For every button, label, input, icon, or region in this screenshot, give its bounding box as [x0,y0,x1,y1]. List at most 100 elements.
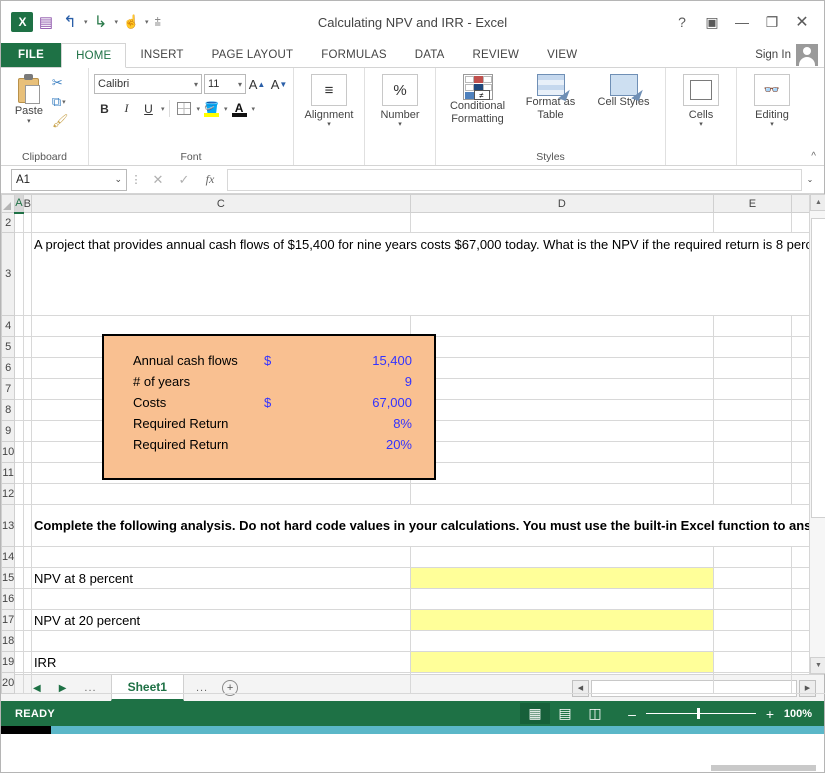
cell-c17-npv20-label[interactable]: NPV at 20 percent [31,610,410,631]
name-box-dropdown-icon[interactable]: ⌄ [114,174,122,185]
tab-formulas[interactable]: FORMULAS [307,43,401,67]
cell-d14[interactable] [410,547,713,568]
cell-b3[interactable] [23,233,31,316]
cell-d10[interactable] [410,442,713,463]
insert-function-icon[interactable]: fx [197,169,223,191]
input-data-box[interactable]: Annual cash flows $ 15,400 # of years 9 … [102,334,436,480]
name-box[interactable]: A1 ⌄ [11,169,127,191]
cell-a8[interactable] [15,400,23,421]
cell-b18[interactable] [23,631,31,652]
fill-color-dropdown-icon[interactable]: ▾ [224,105,228,113]
page-break-view-icon[interactable]: ◫ [580,703,610,724]
cell-c19-irr-label[interactable]: IRR [31,652,410,673]
cell-a11[interactable] [15,463,23,484]
scroll-up-icon[interactable]: ▲ [810,194,825,211]
cells-button[interactable]: Cells ▾ [671,71,731,128]
cell-a14[interactable] [15,547,23,568]
input-row-number-of-years[interactable]: # of years 9 [104,371,434,392]
cell-a18[interactable] [15,631,23,652]
font-name-input[interactable]: Calibri ▾ [94,74,202,94]
number-dropdown-icon[interactable]: ▾ [398,121,402,128]
cell-c16[interactable] [31,589,410,610]
cell-a5[interactable] [15,337,23,358]
cell-d8[interactable] [410,400,713,421]
number-button[interactable]: % Number ▾ [370,71,430,128]
cell-a17[interactable] [15,610,23,631]
input-row-required-return-8[interactable]: Required Return 8% [104,413,434,434]
cell-f20[interactable] [791,673,825,694]
cell-e8[interactable] [714,400,792,421]
cell-e9[interactable] [714,421,792,442]
tab-view[interactable]: VIEW [533,43,591,67]
touch-mode-icon[interactable]: ☝ [120,11,142,33]
touch-mode-dropdown-icon[interactable]: ▾ [145,18,149,26]
cell-e14[interactable] [714,547,792,568]
column-header-e[interactable]: E [714,195,792,213]
underline-button[interactable]: U [138,98,159,119]
vertical-scrollbar[interactable]: ▲ ▼ [809,194,825,674]
row-header-6[interactable]: 6 [2,358,15,379]
collapse-ribbon-icon[interactable]: ^ [811,151,816,162]
font-color-dropdown-icon[interactable]: ▾ [252,105,256,113]
format-painter-icon[interactable]: 🖌 [52,112,83,129]
cell-b7[interactable] [23,379,31,400]
close-icon[interactable]: ✕ [788,9,816,35]
cell-c3-question-text[interactable]: A project that provides annual cash flow… [31,233,825,316]
font-color-icon[interactable]: A [229,98,250,119]
input-row-annual-cash-flows[interactable]: Annual cash flows $ 15,400 [104,350,434,371]
cell-b4[interactable] [23,316,31,337]
row-header-4[interactable]: 4 [2,316,15,337]
zoom-out-icon[interactable]: – [624,706,640,722]
cell-d18[interactable] [410,631,713,652]
restore-icon[interactable]: ❐ [758,9,786,35]
cell-b20[interactable] [23,673,31,694]
cell-a7[interactable] [15,379,23,400]
help-icon[interactable]: ? [668,9,696,35]
scroll-down-icon[interactable]: ▼ [810,657,825,674]
minimize-icon[interactable]: — [728,9,756,35]
tab-data[interactable]: DATA [401,43,459,67]
cell-e16[interactable] [714,589,792,610]
cell-c15-npv8-label[interactable]: NPV at 8 percent [31,568,410,589]
cell-b15[interactable] [23,568,31,589]
cells-dropdown-icon[interactable]: ▾ [699,121,703,128]
cell-c12[interactable] [31,484,410,505]
cell-e6[interactable] [714,358,792,379]
column-header-b[interactable]: B [23,195,31,213]
row-header-2[interactable]: 2 [2,213,15,233]
cell-e15[interactable] [714,568,792,589]
tab-review[interactable]: REVIEW [459,43,534,67]
vertical-scroll-thumb[interactable] [811,218,825,518]
cell-c13-instruction-text[interactable]: Complete the following analysis. Do not … [31,505,825,547]
cell-e4[interactable] [714,316,792,337]
cell-e18[interactable] [714,631,792,652]
enter-icon[interactable]: ✓ [171,169,197,191]
cell-d2[interactable] [410,213,713,233]
cell-b12[interactable] [23,484,31,505]
row-header-19[interactable]: 19 [2,652,15,673]
column-header-d[interactable]: D [410,195,713,213]
cell-b9[interactable] [23,421,31,442]
redo-dropdown-icon[interactable]: ▾ [115,18,119,26]
row-header-12[interactable]: 12 [2,484,15,505]
cell-a10[interactable] [15,442,23,463]
zoom-slider[interactable] [646,713,756,714]
cell-d4[interactable] [410,316,713,337]
borders-icon[interactable] [174,98,195,119]
alignment-button[interactable]: ≡ Alignment ▾ [299,71,359,128]
cell-e20[interactable] [714,673,792,694]
cell-a3[interactable] [15,233,23,316]
cell-a15[interactable] [15,568,23,589]
ribbon-display-options-icon[interactable]: ▣ [698,9,726,35]
zoom-slider-thumb[interactable] [697,708,700,719]
cell-a2[interactable] [15,213,23,233]
cell-d6[interactable] [410,358,713,379]
cell-d5[interactable] [410,337,713,358]
cell-b13[interactable] [23,505,31,547]
formula-input[interactable] [227,169,802,191]
conditional-formatting-button[interactable]: ≠ Conditional Formatting [441,71,514,126]
fill-color-icon[interactable]: 🪣 [201,98,222,119]
row-header-9[interactable]: 9 [2,421,15,442]
row-header-16[interactable]: 16 [2,589,15,610]
column-header-a[interactable]: A [15,195,23,213]
